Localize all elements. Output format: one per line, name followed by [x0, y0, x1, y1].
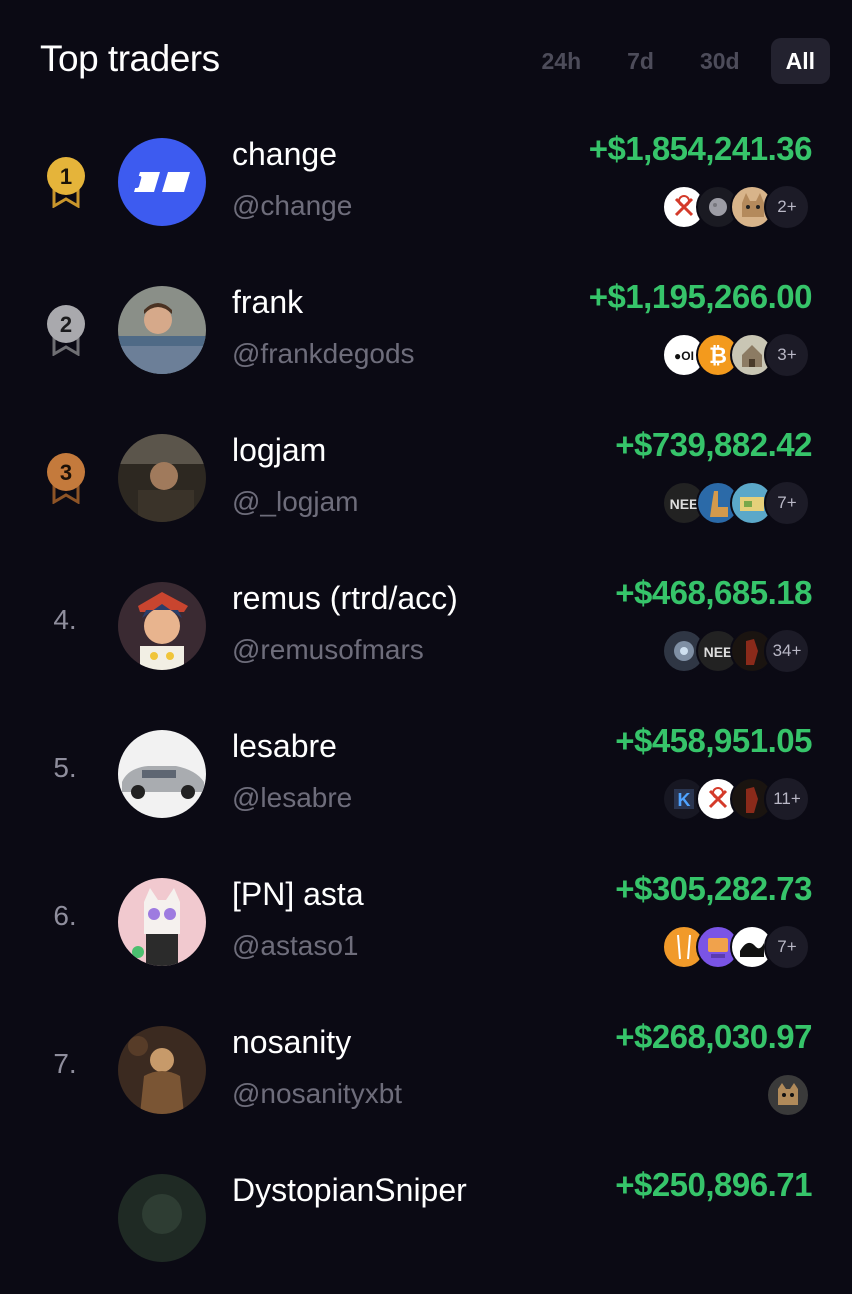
trader-name: nosanity	[232, 1024, 352, 1060]
tab-30d[interactable]: 30d	[677, 38, 763, 84]
trader-name: change	[232, 136, 337, 172]
trader-pnl: +$458,951.05	[615, 722, 812, 759]
more-tokens-badge[interactable]: 2+	[764, 184, 810, 230]
timeframe-tabs: 24h 7d 30d All	[518, 38, 830, 84]
avatar[interactable]	[118, 138, 206, 226]
trader-handle: @change	[232, 190, 353, 221]
trader-row[interactable]: 3 logjam @_logjam +$739,882.42 NEE 7+	[0, 406, 852, 554]
avatar[interactable]	[118, 1026, 206, 1114]
silver-medal-icon: 2	[46, 304, 86, 357]
tab-7d[interactable]: 7d	[604, 38, 677, 84]
trader-name: frank	[232, 284, 304, 320]
traders-list: 1 change @change +$1,854,241.36 2+ 2 fra…	[0, 110, 852, 1294]
token-stack[interactable]: ●OI ₿ 3+	[662, 332, 810, 378]
trader-row[interactable]: DystopianSniper +$250,896.71	[0, 1146, 852, 1294]
svg-text:₿: ₿	[709, 344, 727, 369]
more-tokens-badge[interactable]: 34+	[764, 628, 810, 674]
avatar[interactable]	[118, 1174, 206, 1262]
svg-text:1: 1	[60, 164, 72, 189]
trader-pnl: +$468,685.18	[615, 574, 812, 611]
bronze-medal-icon: 3	[46, 452, 86, 505]
token-stack[interactable]: NEE 34+	[662, 628, 810, 674]
tab-24h[interactable]: 24h	[518, 38, 604, 84]
avatar[interactable]	[118, 434, 206, 522]
trader-row[interactable]: 4. remus (rtrd/acc) @remusofmars +$468,6…	[0, 554, 852, 702]
cougar-token-icon	[766, 1073, 810, 1117]
rank-number: 7.	[53, 1048, 77, 1079]
more-tokens-badge[interactable]: 7+	[764, 480, 810, 526]
token-stack[interactable]: K 11+	[662, 776, 810, 822]
svg-text:●OI: ●OI	[674, 349, 694, 363]
svg-text:NEE: NEE	[670, 496, 699, 512]
token-stack[interactable]: 7+	[662, 924, 810, 970]
rank-number: 4.	[53, 604, 77, 635]
more-tokens-badge[interactable]: 11+	[764, 776, 810, 822]
avatar[interactable]	[118, 582, 206, 670]
trader-handle: @nosanityxbt	[232, 1078, 403, 1109]
trader-row[interactable]: 2 frank @frankdegods +$1,195,266.00 ●OI …	[0, 258, 852, 406]
trader-name: DystopianSniper	[232, 1172, 467, 1208]
avatar[interactable]	[118, 286, 206, 374]
page-title: Top traders	[40, 38, 220, 79]
header: Top traders 24h 7d 30d All	[0, 0, 852, 120]
trader-row[interactable]: 1 change @change +$1,854,241.36 2+	[0, 110, 852, 258]
avatar[interactable]	[118, 730, 206, 818]
svg-text:2: 2	[60, 312, 72, 337]
svg-text:3: 3	[60, 460, 72, 485]
trader-name: [PN] asta	[232, 876, 364, 912]
trader-handle: @astaso1	[232, 930, 359, 961]
trader-pnl: +$268,030.97	[615, 1018, 812, 1055]
trader-pnl: +$1,195,266.00	[588, 278, 813, 315]
trader-name: remus (rtrd/acc)	[232, 580, 458, 616]
trader-handle: @frankdegods	[232, 338, 415, 369]
trader-name: lesabre	[232, 728, 337, 764]
trader-handle: @lesabre	[232, 782, 353, 813]
svg-text:NEE: NEE	[704, 644, 733, 660]
tab-all[interactable]: All	[770, 38, 830, 84]
trader-row[interactable]: 7. nosanity @nosanityxbt +$268,030.97	[0, 998, 852, 1146]
token-stack[interactable]	[766, 1072, 810, 1118]
trader-pnl: +$1,854,241.36	[588, 130, 813, 167]
trader-handle: @_logjam	[232, 486, 359, 517]
trader-row[interactable]: 5. lesabre @lesabre +$458,951.05 K 11+	[0, 702, 852, 850]
trader-pnl: +$305,282.73	[615, 870, 812, 907]
token-stack[interactable]: 2+	[662, 184, 810, 230]
trader-name: logjam	[232, 432, 327, 468]
trader-pnl: +$250,896.71	[615, 1166, 812, 1203]
trader-pnl: +$739,882.42	[615, 426, 812, 463]
token-stack[interactable]: NEE 7+	[662, 480, 810, 526]
more-tokens-badge[interactable]: 7+	[764, 924, 810, 970]
svg-text:K: K	[678, 790, 691, 810]
trader-handle: @remusofmars	[232, 634, 424, 665]
more-tokens-badge[interactable]: 3+	[764, 332, 810, 378]
rank-number: 6.	[53, 900, 77, 931]
trader-row[interactable]: 6. [PN] asta @astaso1 +$305,282.73 7+	[0, 850, 852, 998]
rank-number: 5.	[53, 752, 77, 783]
gold-medal-icon: 1	[46, 156, 86, 209]
avatar[interactable]	[118, 878, 206, 966]
